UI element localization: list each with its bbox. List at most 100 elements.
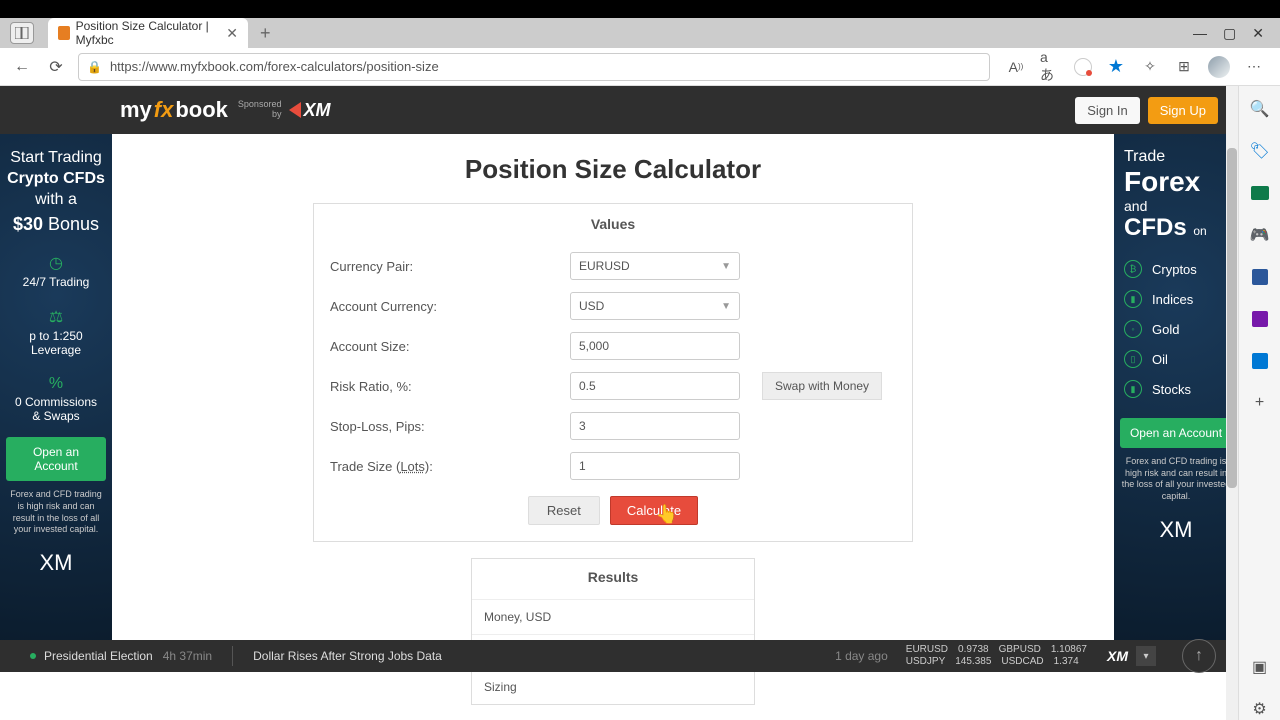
- list-item: ▯Oil: [1120, 344, 1232, 374]
- add-icon[interactable]: +: [1249, 392, 1271, 414]
- percent-icon: %: [49, 375, 63, 393]
- site-logo[interactable]: my fx book: [120, 97, 228, 123]
- sidebar-toggle-icon[interactable]: ▣: [1249, 656, 1271, 678]
- sponsor-logo[interactable]: XM: [289, 100, 330, 121]
- list-item: ▮Stocks: [1120, 374, 1232, 404]
- menu-icon[interactable]: ⋯: [1244, 57, 1264, 77]
- tab-title: Position Size Calculator | Myfxbc: [76, 19, 221, 47]
- signup-button[interactable]: Sign Up: [1148, 97, 1218, 124]
- settings-icon[interactable]: ⚙: [1249, 698, 1271, 720]
- crypto-icon: ₿: [1124, 260, 1142, 278]
- back-button[interactable]: ←: [10, 55, 34, 79]
- read-aloud-icon[interactable]: A)): [1006, 57, 1026, 77]
- office-icon[interactable]: [1249, 266, 1271, 288]
- account-currency-label: Account Currency:: [330, 299, 560, 314]
- oil-icon: ▯: [1124, 350, 1142, 368]
- favicon-icon: [58, 26, 70, 40]
- clock-icon: ◷: [49, 253, 63, 273]
- list-item: ◦Gold: [1120, 314, 1232, 344]
- calculate-button[interactable]: Calculate: [610, 496, 698, 525]
- calculator-form: Values Currency Pair: EURUSD ▼ Account C…: [313, 203, 913, 542]
- chart-icon: ▮: [1124, 290, 1142, 308]
- stocks-icon: ▮: [1124, 380, 1142, 398]
- scroll-top-button[interactable]: ↑: [1182, 639, 1216, 673]
- ad-right-list: ₿Cryptos ▮Indices ◦Gold ▯Oil ▮Stocks: [1120, 254, 1232, 404]
- ticker-xm-logo[interactable]: XM: [1103, 648, 1128, 664]
- toolbar-right: A)) aあ ★ ✧ ⊞ ⋯: [1000, 56, 1270, 78]
- onenote-icon[interactable]: [1249, 308, 1271, 330]
- browser-sidebar: 🔍 🏷 🎮 + ▣ ⚙: [1238, 86, 1280, 720]
- tools-icon[interactable]: [1249, 182, 1271, 204]
- chevron-down-icon: ▼: [721, 301, 731, 312]
- ad-right-and: and: [1120, 198, 1232, 214]
- news-ticker: Presidential Election 4h 37min Dollar Ri…: [0, 640, 1226, 672]
- ad-right-cfds: CFDs on: [1120, 214, 1232, 242]
- ad-left-cta-button[interactable]: Open an Account: [6, 437, 106, 481]
- page-content: my fx book Sponsored by XM Sign In Sign …: [0, 86, 1238, 720]
- browser-address-bar: ← ⟳ 🔒 https://www.myfxbook.com/forex-cal…: [0, 48, 1280, 86]
- ad-right-cta-button[interactable]: Open an Account: [1120, 418, 1232, 448]
- ad-feat2: p to 1:250 Leverage: [6, 329, 106, 357]
- lock-icon: 🔒: [87, 60, 102, 74]
- profile-avatar[interactable]: [1208, 56, 1230, 78]
- trade-size-input[interactable]: [570, 452, 740, 480]
- account-size-input[interactable]: [570, 332, 740, 360]
- swap-money-button[interactable]: Swap with Money: [762, 372, 882, 400]
- games-icon[interactable]: 🎮: [1249, 224, 1271, 246]
- currency-pair-select[interactable]: EURUSD ▼: [570, 252, 740, 280]
- reset-button[interactable]: Reset: [528, 496, 600, 525]
- scrollbar-thumb[interactable]: [1227, 148, 1237, 488]
- ticker-news-2[interactable]: Dollar Rises After Strong Jobs Data: [253, 649, 442, 663]
- maximize-icon[interactable]: ▢: [1223, 25, 1236, 42]
- search-icon[interactable]: 🔍: [1249, 98, 1271, 120]
- result-money: Money, USD: [472, 599, 754, 634]
- new-tab-button[interactable]: +: [260, 23, 271, 44]
- ticker-quotes: EURUSD0.9738GBPUSD1.10867 USDJPY145.385U…: [906, 644, 1087, 668]
- scale-icon: ⚖: [49, 307, 63, 327]
- address-input[interactable]: 🔒 https://www.myfxbook.com/forex-calcula…: [78, 53, 990, 81]
- extensions-icon[interactable]: ⊞: [1174, 57, 1194, 77]
- main-content: Position Size Calculator Values Currency…: [112, 134, 1114, 672]
- outlook-icon[interactable]: [1249, 350, 1271, 372]
- favorite-icon[interactable]: ★: [1106, 57, 1126, 77]
- ad-right-disclaimer: Forex and CFD trading is high risk and c…: [1120, 456, 1232, 503]
- result-sizing: Sizing: [472, 669, 754, 704]
- risk-ratio-label: Risk Ratio, %:: [330, 379, 560, 394]
- ad-right-forex: Forex: [1120, 166, 1232, 198]
- ticker-time-2: 1 day ago: [835, 649, 888, 663]
- divider: [232, 646, 233, 666]
- page-scrollbar[interactable]: [1226, 86, 1238, 720]
- browser-tab-active[interactable]: Position Size Calculator | Myfxbc ✕: [48, 18, 248, 48]
- gold-icon: ◦: [1124, 320, 1142, 338]
- list-item: ₿Cryptos: [1120, 254, 1232, 284]
- tab-close-icon[interactable]: ✕: [226, 25, 238, 42]
- currency-pair-label: Currency Pair:: [330, 259, 560, 274]
- stop-loss-input[interactable]: [570, 412, 740, 440]
- lots-link[interactable]: Lots: [400, 459, 425, 474]
- ad-right: Trade Forex and CFDs on ₿Cryptos ▮Indice…: [1114, 134, 1238, 672]
- ad-left-bonus: $30 Bonus: [13, 214, 99, 235]
- ticker-news-1[interactable]: Presidential Election: [44, 649, 153, 663]
- site-header: my fx book Sponsored by XM Sign In Sign …: [0, 86, 1238, 134]
- tracking-icon[interactable]: [1074, 58, 1092, 76]
- account-currency-select[interactable]: USD ▼: [570, 292, 740, 320]
- ad-feat1: 24/7 Trading: [23, 275, 90, 289]
- close-window-icon[interactable]: ✕: [1252, 25, 1264, 42]
- tab-actions-button[interactable]: [10, 22, 34, 44]
- stop-loss-label: Stop-Loss, Pips:: [330, 419, 560, 434]
- ad-right-xm-logo: XM: [1160, 517, 1193, 543]
- account-size-label: Account Size:: [330, 339, 560, 354]
- sponsored-label: Sponsored by: [238, 100, 282, 120]
- translate-icon[interactable]: aあ: [1040, 57, 1060, 77]
- ticker-dropdown-icon[interactable]: ▾: [1136, 646, 1156, 666]
- ad-right-trade: Trade: [1120, 148, 1232, 166]
- window-titlebar: [0, 0, 1280, 18]
- minimize-icon[interactable]: —: [1193, 25, 1207, 42]
- shopping-icon[interactable]: 🏷: [1249, 140, 1271, 162]
- signin-button[interactable]: Sign In: [1075, 97, 1139, 124]
- ad-left-heading: Start Trading Crypto CFDs with a: [7, 148, 105, 210]
- refresh-button[interactable]: ⟳: [44, 55, 68, 79]
- collections-icon[interactable]: ✧: [1140, 57, 1160, 77]
- ad-left: Start Trading Crypto CFDs with a $30 Bon…: [0, 134, 112, 672]
- risk-ratio-input[interactable]: [570, 372, 740, 400]
